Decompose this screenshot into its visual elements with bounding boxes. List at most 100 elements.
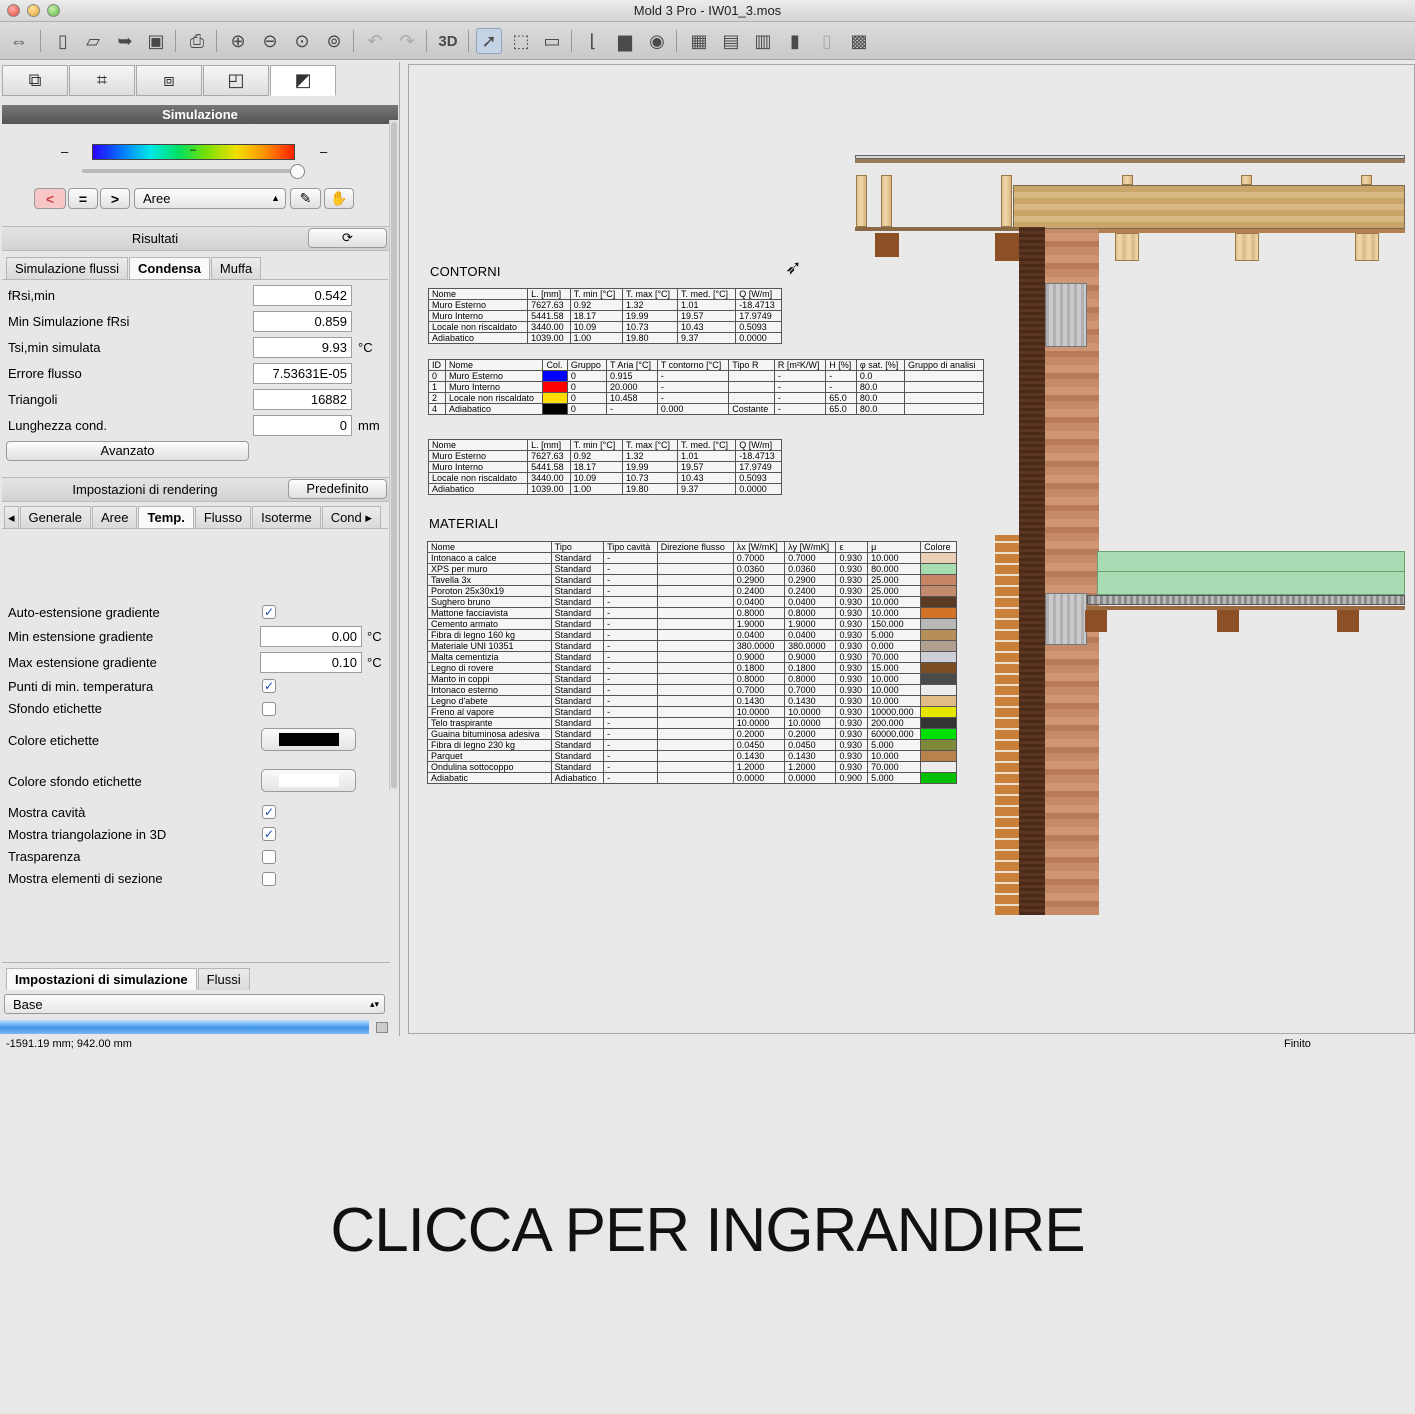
table-cell: 1.00 (569, 332, 623, 344)
color-swatch (920, 772, 957, 784)
table-cell: Muro Esterno (444, 370, 544, 382)
tab-simulazione-flussi[interactable]: Simulazione flussi (6, 257, 129, 279)
left-panel-scrollbar[interactable] (389, 120, 398, 790)
max-ext-field[interactable]: 0.10 (260, 652, 362, 673)
tab-condensa[interactable]: Condensa (129, 257, 210, 279)
ruler-icon[interactable]: ▭ (539, 28, 565, 54)
tabs-scroll-left-icon[interactable]: ◂ (4, 506, 19, 528)
bar-chart-disabled-icon[interactable]: ▯ (814, 28, 840, 54)
bar-chart-icon[interactable]: ▮ (782, 28, 808, 54)
label-color-button[interactable] (261, 728, 356, 751)
gradient-slider-track[interactable] (82, 169, 302, 173)
gradient-slider-thumb[interactable] (290, 164, 305, 179)
table-cell: Muro Interno (444, 381, 544, 393)
tsi-min-field[interactable]: 9.93 (253, 337, 352, 358)
mode-crop-icon[interactable]: ⌗ (69, 65, 135, 96)
table-cell: 80.000 (867, 563, 922, 575)
refresh-icon[interactable]: ⟳ (308, 228, 387, 248)
tab-temp[interactable]: Temp. (138, 506, 194, 528)
area-select[interactable]: Aree ▲ (134, 188, 286, 209)
stop-icon[interactable] (376, 1022, 388, 1033)
tab-generale[interactable]: Generale (19, 506, 92, 528)
hand-icon[interactable]: ✋ (324, 188, 354, 209)
select-pointer-icon[interactable]: ➚ (476, 28, 502, 54)
min-ext-field[interactable]: 0.00 (260, 626, 362, 647)
table-cell: 0.930 (835, 662, 869, 674)
table-cell: - (603, 607, 658, 619)
window-title: Mold 3 Pro - IW01_3.mos (633, 3, 782, 18)
eyedropper-icon[interactable]: ✎ (290, 188, 321, 209)
layer-view-1-icon[interactable]: ▦ (686, 28, 712, 54)
show-tri-checkbox[interactable]: ✓ (262, 827, 276, 841)
table-cell: 0.8000 (784, 673, 837, 685)
layer-view-3-icon[interactable]: ▥ (750, 28, 776, 54)
zoom-out-icon[interactable]: ⊖ (257, 28, 283, 54)
table-row: Fibra di legno 230 kg Standard - 0.0450 0.04… (427, 739, 957, 751)
redo-icon[interactable]: ↷ (394, 28, 420, 54)
label-bg-color-button[interactable] (261, 769, 356, 792)
table-cell: - (603, 772, 658, 784)
zoom-in-icon[interactable]: ⊕ (225, 28, 251, 54)
tab-flussi[interactable]: Flussi (197, 968, 250, 990)
tab-impostazioni-simulazione[interactable]: Impostazioni di simulazione (6, 968, 197, 990)
min-sim-frsi-field[interactable]: 0.859 (253, 311, 352, 332)
select-area-icon[interactable]: ⬚ (508, 28, 534, 54)
auto-ext-checkbox[interactable]: ✓ (262, 605, 276, 619)
tabs-scroll-right-icon[interactable]: ▸ (365, 510, 372, 525)
mode-shape-icon[interactable]: ◰ (203, 65, 269, 96)
print-icon[interactable]: ⎙ (184, 28, 210, 54)
max-ext-unit: °C (367, 655, 382, 670)
layer-view-2-icon[interactable]: ▤ (718, 28, 744, 54)
less-than-button[interactable]: < (34, 188, 66, 209)
table-cell (656, 750, 734, 762)
cond-length-field[interactable]: 0 (253, 415, 352, 436)
undo-icon[interactable]: ↶ (362, 28, 388, 54)
transparency-checkbox[interactable] (262, 850, 276, 864)
tab-cond[interactable]: Cond ▸ (321, 506, 381, 528)
mode-geometry-icon[interactable]: ⧉ (2, 65, 68, 96)
flow-error-field[interactable]: 7.53631E-05 (253, 363, 352, 384)
triangles-field[interactable]: 16882 (253, 389, 352, 410)
save-icon[interactable]: ▣ (143, 28, 169, 54)
report-icon[interactable]: ▩ (846, 28, 872, 54)
show-section-checkbox[interactable] (262, 872, 276, 886)
mode-layers-icon[interactable]: ⧈ (136, 65, 202, 96)
tab-isoterme[interactable]: Isoterme (252, 506, 321, 528)
enlarge-banner[interactable]: CLICCA PER INGRANDIRE (0, 1195, 1415, 1266)
table-cell (903, 403, 985, 415)
equal-button[interactable]: = (68, 188, 98, 209)
show-cavity-checkbox[interactable]: ✓ (262, 805, 276, 819)
tab-aree[interactable]: Aree (92, 506, 138, 528)
table-cell: 0.0400 (732, 629, 786, 641)
table-header-cell: H [%] (825, 359, 857, 371)
advanced-button[interactable]: Avanzato (6, 441, 249, 461)
tab-muffa[interactable]: Muffa (210, 257, 262, 279)
mode-simulation-icon[interactable]: ◩ (270, 65, 336, 96)
comment-icon[interactable]: ▆ (612, 28, 638, 54)
min-points-checkbox[interactable]: ✓ (262, 679, 276, 693)
table-cell: Malta cementizia (427, 651, 552, 663)
table-header-cell: R [m²K/W] (773, 359, 827, 371)
preset-select[interactable]: Base ▴▾ (4, 994, 385, 1014)
zoom-fit-icon[interactable]: ⊙ (289, 28, 315, 54)
drawing-canvas[interactable]: CONTORNI Nome L. [mm] T. min [°C] T. max [°… (408, 64, 1415, 1034)
pan-arrows-icon[interactable]: ⇔ (6, 28, 32, 54)
table-cell: 9.37 (676, 332, 737, 344)
table-cell (656, 717, 734, 729)
zoom-window-icon[interactable]: ⊚ (321, 28, 347, 54)
table-cell: Standard (550, 684, 605, 696)
import-icon[interactable]: ➥ (112, 28, 138, 54)
default-button[interactable]: Predefinito (288, 479, 387, 499)
view-3d-button[interactable]: 3D (433, 28, 463, 54)
table-cell: 10.000 (867, 750, 922, 762)
tab-flusso[interactable]: Flusso (194, 506, 252, 528)
eye-icon[interactable]: ◉ (644, 28, 670, 54)
left-panel: ⧉ ⌗ ⧈ ◰ ◩ Simulazione – – – < = > Aree ▲ … (0, 62, 400, 1036)
greater-than-button[interactable]: > (100, 188, 130, 209)
open-folder-icon[interactable]: ▱ (80, 28, 106, 54)
new-file-icon[interactable]: ▯ (50, 28, 76, 54)
dimension-icon[interactable]: ⌊ (580, 28, 606, 54)
table-cell: Locale non riscaldato (427, 472, 529, 484)
frsi-min-field[interactable]: 0.542 (253, 285, 352, 306)
label-bg-checkbox[interactable] (262, 702, 276, 716)
